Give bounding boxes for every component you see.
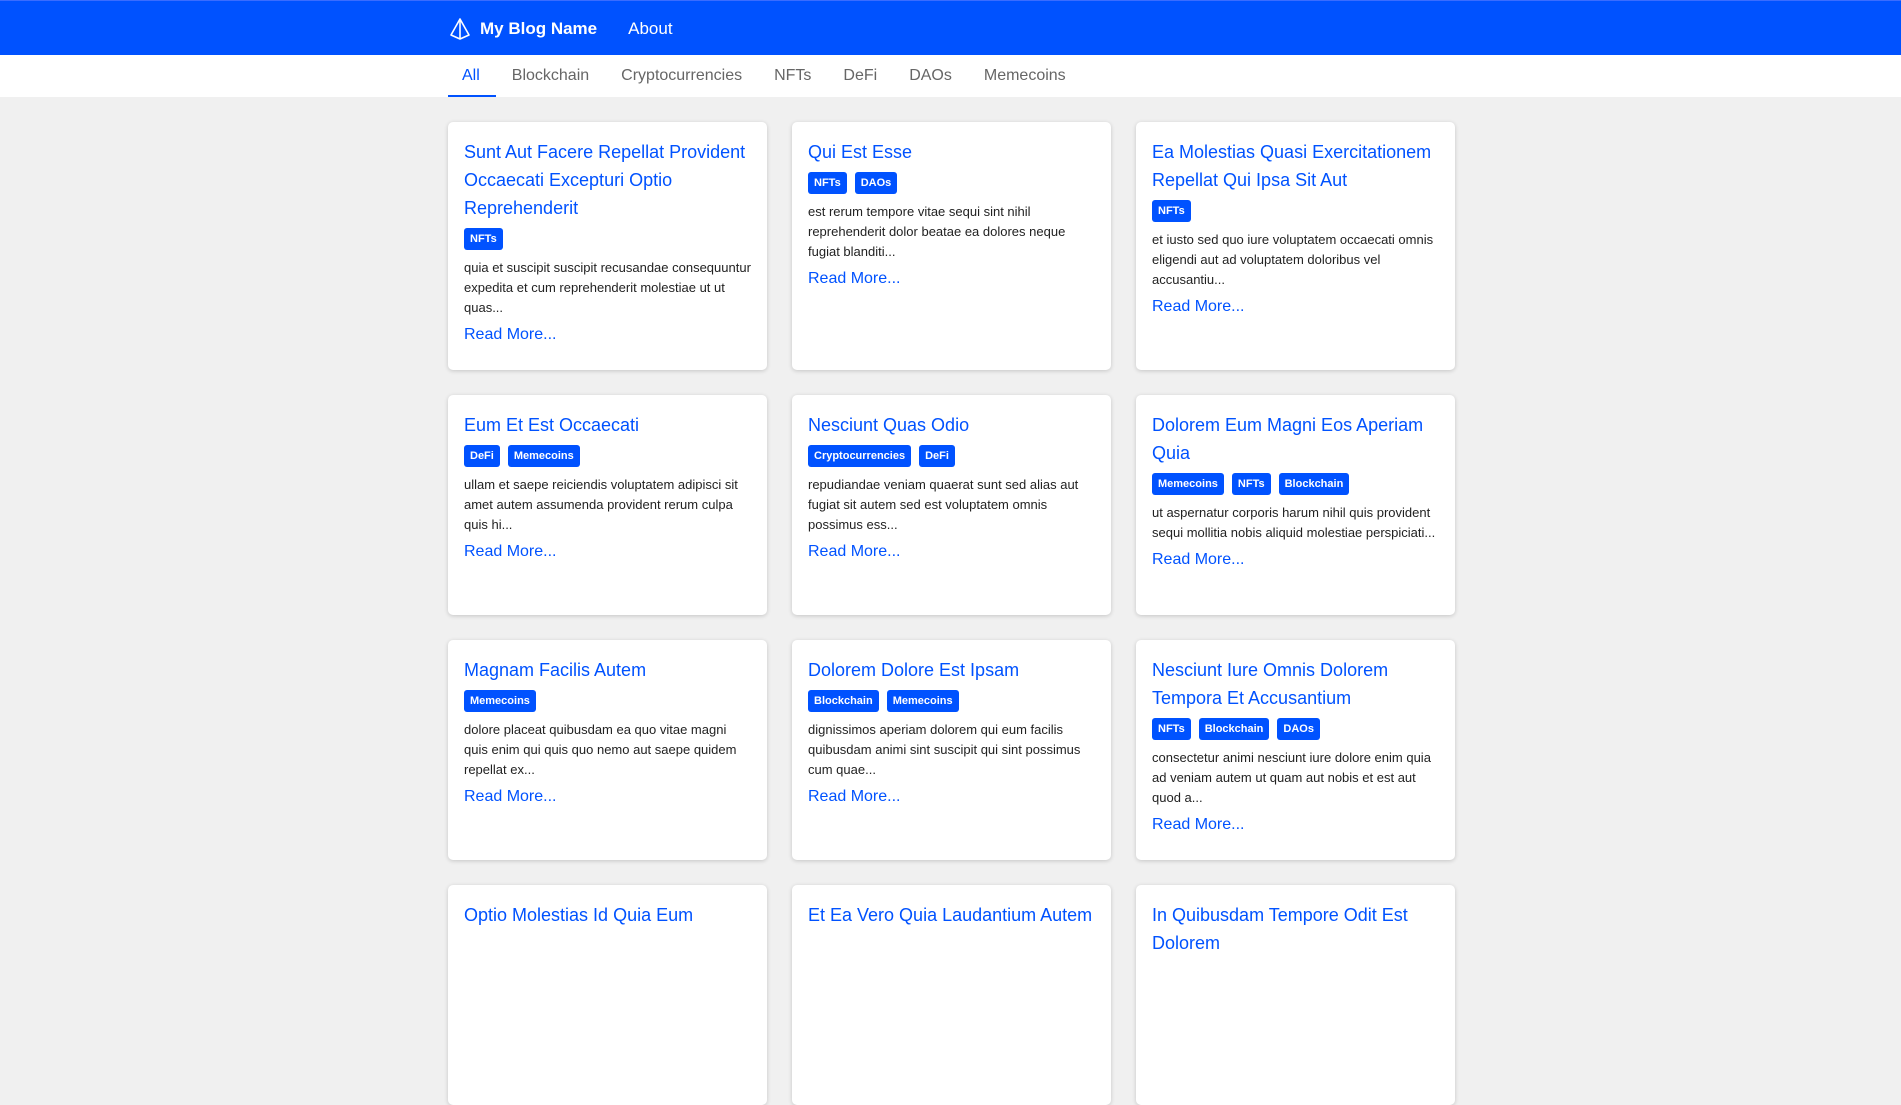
tag-badge[interactable]: DAOs bbox=[854, 172, 898, 194]
read-more-link[interactable]: Read More... bbox=[1152, 298, 1244, 316]
post-grid: Sunt Aut Facere Repellat Provident Occae… bbox=[448, 122, 1456, 1105]
post-title-link[interactable]: Dolorem Dolore Est Ipsam bbox=[808, 656, 1095, 684]
brand-name: My Blog Name bbox=[480, 18, 598, 38]
post-card: Et Ea Vero Quia Laudantium Autem bbox=[792, 885, 1111, 1105]
tag-badge[interactable]: Memecoins bbox=[886, 690, 959, 712]
post-tags: Cryptocurrencies DeFi bbox=[808, 445, 1095, 467]
post-excerpt: est rerum tempore vitae sequi sint nihil… bbox=[808, 204, 1066, 259]
logo-icon bbox=[450, 17, 470, 40]
tag-badge[interactable]: DeFi bbox=[919, 445, 955, 467]
post-title-link[interactable]: In Quibusdam Tempore Odit Est Dolorem bbox=[1152, 901, 1439, 957]
post-card: Nesciunt Iure Omnis Dolorem Tempora Et A… bbox=[1136, 640, 1455, 860]
post-card: Magnam Facilis Autem Memecoins dolore plac… bbox=[448, 640, 767, 860]
tab-all[interactable]: All bbox=[448, 55, 496, 97]
tag-badge[interactable]: Blockchain bbox=[808, 690, 879, 712]
post-tags: Memecoins bbox=[464, 690, 751, 712]
top-navbar: My Blog Name About bbox=[0, 0, 1901, 55]
post-card: Qui Est Esse NFTs DAOs est rerum tempore vi… bbox=[792, 122, 1111, 370]
tag-badge[interactable]: NFTs bbox=[1152, 200, 1191, 222]
post-title-link[interactable]: Eum Et Est Occaecati bbox=[464, 411, 751, 439]
post-tags: Memecoins NFTs Blockchain bbox=[1152, 473, 1439, 495]
tag-badge[interactable]: NFTs bbox=[808, 172, 847, 194]
tag-badge[interactable]: Blockchain bbox=[1198, 718, 1270, 740]
post-title-link[interactable]: Optio Molestias Id Quia Eum bbox=[464, 901, 751, 929]
post-tags: DeFi Memecoins bbox=[464, 445, 751, 467]
read-more-link[interactable]: Read More... bbox=[808, 270, 900, 288]
post-excerpt: ut aspernatur corporis harum nihil quis … bbox=[1152, 505, 1436, 540]
brand-link[interactable]: My Blog Name bbox=[448, 17, 597, 41]
post-excerpt: ullam et saepe reiciendis voluptatem adi… bbox=[464, 477, 738, 532]
post-card: Sunt Aut Facere Repellat Provident Occae… bbox=[448, 122, 767, 370]
tag-badge[interactable]: Memecoins bbox=[464, 690, 536, 712]
post-card: Nesciunt Quas Odio Cryptocurrencies DeFi re… bbox=[792, 395, 1111, 615]
nav-about-link[interactable]: About bbox=[628, 19, 672, 39]
read-more-link[interactable]: Read More... bbox=[808, 788, 900, 806]
tab-defi[interactable]: DeFi bbox=[827, 55, 893, 97]
tag-badge[interactable]: Cryptocurrencies bbox=[808, 445, 912, 467]
tag-badge[interactable]: Memecoins bbox=[1152, 473, 1224, 495]
post-tags: NFTs DAOs bbox=[808, 172, 1095, 194]
tab-nfts[interactable]: NFTs bbox=[758, 55, 827, 97]
read-more-link[interactable]: Read More... bbox=[1152, 816, 1244, 834]
read-more-link[interactable]: Read More... bbox=[464, 543, 556, 561]
post-title-link[interactable]: Et Ea Vero Quia Laudantium Autem bbox=[808, 901, 1095, 929]
post-title-link[interactable]: Qui Est Esse bbox=[808, 138, 1095, 166]
post-excerpt: consectetur animi nesciunt iure dolore e… bbox=[1152, 750, 1431, 805]
post-card: Optio Molestias Id Quia Eum bbox=[448, 885, 767, 1105]
tag-badge[interactable]: DAOs bbox=[1277, 718, 1320, 740]
post-excerpt: quia et suscipit suscipit recusandae con… bbox=[464, 260, 751, 315]
post-title-link[interactable]: Nesciunt Quas Odio bbox=[808, 411, 1095, 439]
post-title-link[interactable]: Nesciunt Iure Omnis Dolorem Tempora Et A… bbox=[1152, 656, 1439, 712]
post-title-link[interactable]: Ea Molestias Quasi Exercitationem Repell… bbox=[1152, 138, 1439, 194]
read-more-link[interactable]: Read More... bbox=[464, 788, 556, 806]
read-more-link[interactable]: Read More... bbox=[808, 543, 900, 561]
post-tags: NFTs bbox=[1152, 200, 1439, 222]
post-tags: NFTs bbox=[464, 228, 751, 250]
tag-badge[interactable]: NFTs bbox=[1152, 718, 1191, 740]
post-excerpt: et iusto sed quo iure voluptatem occaeca… bbox=[1152, 232, 1434, 287]
post-title-link[interactable]: Dolorem Eum Magni Eos Aperiam Quia bbox=[1152, 411, 1439, 467]
tag-badge[interactable]: DeFi bbox=[464, 445, 500, 467]
post-excerpt: dolore placeat quibusdam ea quo vitae ma… bbox=[464, 722, 737, 777]
post-tags: NFTs Blockchain DAOs bbox=[1152, 718, 1439, 740]
tag-badge[interactable]: NFTs bbox=[1231, 473, 1271, 495]
tab-memecoins[interactable]: Memecoins bbox=[968, 55, 1082, 97]
post-excerpt: repudiandae veniam quaerat sunt sed alia… bbox=[808, 477, 1079, 532]
post-card: Dolorem Dolore Est Ipsam Blockchain Memeco… bbox=[792, 640, 1111, 860]
tag-badge[interactable]: Memecoins bbox=[507, 445, 580, 467]
post-card: Dolorem Eum Magni Eos Aperiam Quia Memeco… bbox=[1136, 395, 1455, 615]
tab-daos[interactable]: DAOs bbox=[893, 55, 968, 97]
tab-blockchain[interactable]: Blockchain bbox=[496, 55, 605, 97]
tag-badge[interactable]: Blockchain bbox=[1278, 473, 1350, 495]
post-excerpt: dignissimos aperiam dolorem qui eum faci… bbox=[808, 722, 1081, 777]
read-more-link[interactable]: Read More... bbox=[464, 326, 556, 344]
post-card: In Quibusdam Tempore Odit Est Dolorem bbox=[1136, 885, 1455, 1105]
tab-cryptocurrencies[interactable]: Cryptocurrencies bbox=[605, 55, 758, 97]
tag-badge[interactable]: NFTs bbox=[464, 228, 503, 250]
post-tags: Blockchain Memecoins bbox=[808, 690, 1095, 712]
read-more-link[interactable]: Read More... bbox=[1152, 551, 1244, 569]
category-tabbar: All Blockchain Cryptocurrencies NFTs DeF… bbox=[0, 55, 1901, 97]
post-title-link[interactable]: Sunt Aut Facere Repellat Provident Occae… bbox=[464, 138, 751, 222]
post-card: Eum Et Est Occaecati DeFi Memecoins ullam e… bbox=[448, 395, 767, 615]
post-title-link[interactable]: Magnam Facilis Autem bbox=[464, 656, 751, 684]
post-card: Ea Molestias Quasi Exercitationem Repell… bbox=[1136, 122, 1455, 370]
